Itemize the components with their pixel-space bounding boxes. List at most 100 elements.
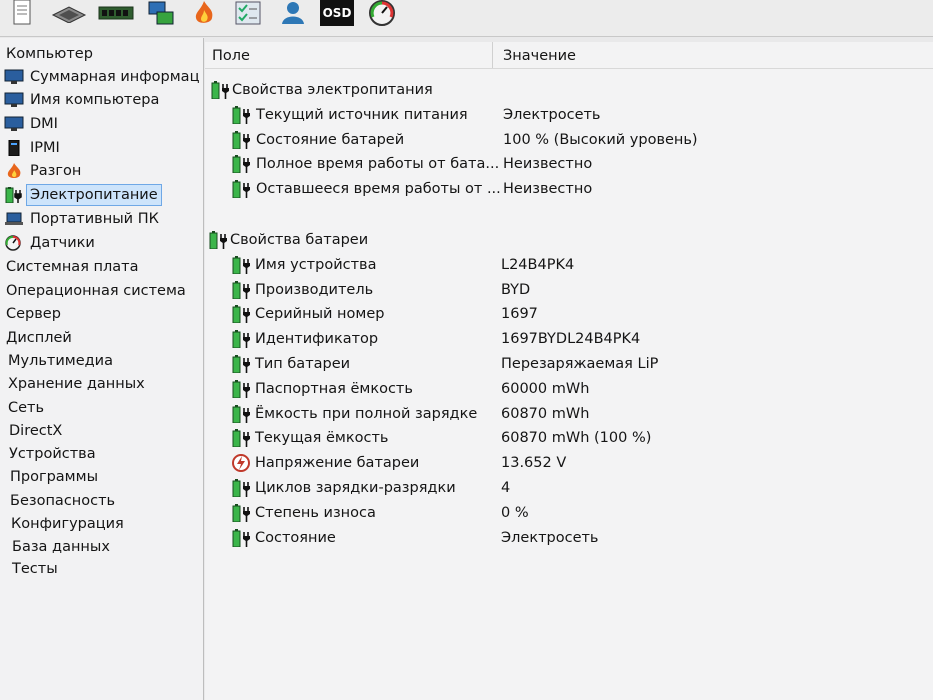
gauge-icon (5, 235, 21, 251)
field-value: 1697 (501, 306, 538, 323)
field-label: Производитель (255, 281, 374, 298)
battery-icon (232, 280, 250, 299)
tree-item-label: Устройства (9, 446, 96, 462)
monitor-icon (4, 92, 24, 107)
details-list: Поле Значение Свойства электропитания Тек… (205, 42, 933, 700)
list-row[interactable]: Текущая ёмкость 60870 mWh (100 %) (205, 426, 933, 450)
field-label: Текущая ёмкость (255, 430, 389, 447)
column-header-value[interactable]: Значение (503, 42, 576, 68)
group-group2[interactable]: Свойства батареи (205, 228, 933, 252)
tree-item-label: Хранение данных (8, 376, 145, 392)
field-value: Электросеть (503, 106, 601, 123)
column-header-field-label: Поле (212, 48, 250, 64)
field-value: 60870 mWh (501, 405, 590, 422)
battery-icon (232, 180, 250, 199)
battery-icon (232, 503, 250, 522)
laptop-icon (5, 212, 23, 225)
list-row[interactable]: Степень износа 0 % (205, 501, 933, 525)
monitor-icon (4, 116, 24, 131)
osd-icon[interactable]: OSD (320, 0, 354, 26)
list-row[interactable]: Напряжение батареи 13.652 V (205, 451, 933, 475)
field-label: Циклов зарядки-разрядки (255, 480, 456, 496)
battery-icon (232, 130, 250, 149)
flame-icon (7, 163, 21, 178)
tree-item-label: Безопасность (10, 493, 116, 509)
field-label: Идентификатор (255, 331, 379, 348)
tree-item-label: DMI (30, 116, 58, 132)
field-value: Неизвестно (503, 181, 593, 198)
field-value: 60870 mWh (100 %) (501, 430, 652, 447)
field-value: BYD (501, 281, 531, 298)
tree-item-label: Тесты (12, 561, 58, 577)
navigation-tree: Компьютер Суммарная информац Имя компьют… (0, 38, 204, 700)
list-row[interactable]: Состояние Электросеть (205, 526, 933, 550)
field-label: Паспортная ёмкость (255, 380, 413, 397)
column-header-value-label: Значение (503, 48, 576, 64)
tree-item-label: Операционная система (6, 283, 186, 299)
field-label: Полное время работы от бата... (256, 156, 500, 173)
voltage-icon (232, 454, 250, 473)
list-row[interactable]: Производитель BYD (205, 278, 933, 302)
field-value: 1697BYDL24B4PK4 (501, 331, 641, 348)
field-label: Серийный номер (255, 306, 385, 323)
battery-icon (209, 231, 227, 249)
field-label: Имя устройства (255, 256, 377, 273)
gauge-icon[interactable] (366, 0, 398, 26)
battery-icon (232, 305, 250, 324)
list-row[interactable]: Циклов зарядки-разрядки 4 (205, 476, 933, 500)
memory-icon[interactable] (96, 0, 136, 26)
toolbar: OSD (0, 0, 933, 37)
list-row[interactable]: Текущий источник питания Электросеть (205, 103, 933, 127)
field-value: 60000 mWh (501, 380, 590, 397)
field-label: Тип батареи (255, 356, 351, 372)
field-value: L24B4PK4 (501, 256, 575, 273)
user-icon[interactable] (278, 0, 308, 26)
list-row[interactable]: Оставшееся время работы от ... Неизвестно (205, 177, 933, 201)
tree-item-label: Мультимедиа (8, 353, 113, 369)
battery-icon (232, 255, 250, 274)
document-icon[interactable] (8, 0, 36, 26)
chip-icon[interactable] (50, 0, 88, 26)
battery-icon (232, 105, 250, 124)
list-row[interactable]: Тип батареи Перезаряжаемая LiP (205, 352, 933, 376)
list-row[interactable]: Паспортная ёмкость 60000 mWh (205, 377, 933, 401)
field-label: Состояние батарей (256, 131, 405, 148)
flame-icon[interactable] (190, 0, 218, 26)
group-title: Свойства батареи (230, 232, 369, 248)
tree-item-label: Сеть (8, 400, 45, 416)
field-label: Состояние (255, 529, 336, 546)
list-row[interactable]: Состояние батарей 100 % (Высокий уровень) (205, 128, 933, 152)
battery-icon (232, 429, 250, 448)
network-icon[interactable] (146, 0, 176, 26)
tree-item-label: Электропитание (26, 184, 162, 206)
battery-icon (5, 187, 22, 203)
tree-item-label: Датчики (30, 235, 95, 251)
tree-item-label: Разгон (30, 163, 82, 179)
column-header-field[interactable]: Поле (212, 42, 493, 68)
tree-root-label: Компьютер (6, 46, 93, 62)
checklist-icon[interactable] (232, 0, 264, 26)
tree-item-label: Портативный ПК (30, 211, 159, 227)
list-row[interactable]: Серийный номер 1697 (205, 302, 933, 326)
monitor-icon (4, 69, 24, 84)
list-row[interactable]: Ёмкость при полной зарядке 60870 mWh (205, 402, 933, 426)
tree-item-label: DirectX (9, 423, 63, 439)
list-row[interactable]: Имя устройства L24B4PK4 (205, 253, 933, 277)
battery-icon (211, 81, 229, 99)
tree-item-label: Конфигурация (11, 516, 124, 532)
field-value: 4 (501, 480, 511, 496)
field-label: Степень износа (255, 504, 376, 521)
field-value: Перезаряжаемая LiP (501, 356, 659, 372)
group-group1[interactable]: Свойства электропитания (205, 78, 933, 102)
battery-icon (232, 379, 250, 398)
battery-icon (232, 355, 250, 373)
tree-item-label: Программы (10, 469, 99, 485)
tree-item-label: Дисплей (6, 330, 72, 346)
battery-icon (232, 528, 250, 547)
list-header: Поле Значение (205, 42, 933, 69)
field-value: 13.652 V (501, 455, 567, 472)
list-row[interactable]: Полное время работы от бата... Неизвестно (205, 152, 933, 176)
tree-item-label: IPMI (30, 140, 60, 156)
list-row[interactable]: Идентификатор 1697BYDL24B4PK4 (205, 327, 933, 351)
tree-item-label: Системная плата (6, 259, 139, 275)
